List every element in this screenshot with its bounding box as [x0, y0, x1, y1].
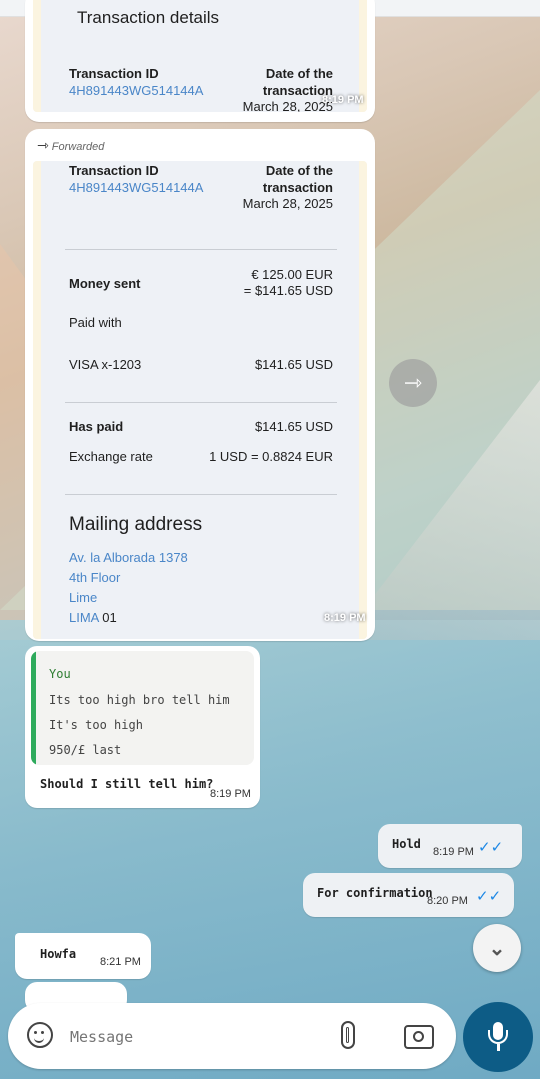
- address-line-2: 4th Floor: [69, 570, 121, 585]
- message-text: Should I still tell him?: [40, 777, 214, 791]
- reply-message[interactable]: You Its too high bro tell him It's too h…: [25, 646, 260, 808]
- camera-icon[interactable]: [404, 1025, 434, 1049]
- mailing-address-title: Mailing address: [69, 514, 203, 535]
- transaction-id-label: Transaction ID: [69, 163, 159, 178]
- has-paid-label: Has paid: [69, 419, 124, 434]
- message-time: 8:21 PM: [100, 956, 141, 968]
- message-text: For confirmation: [317, 886, 433, 900]
- date-label: Date of the: [265, 66, 333, 81]
- divider: [65, 249, 337, 250]
- quote-line-2: It's too high: [49, 718, 143, 732]
- message-time: 8:19 PM: [324, 612, 366, 624]
- transaction-id-value: 4H891443WG514144A: [69, 83, 204, 98]
- attach-paperclip-icon[interactable]: [341, 1021, 355, 1049]
- read-ticks-icon: ✓✓: [478, 839, 504, 856]
- quote-line-1: Its too high bro tell him: [49, 693, 230, 707]
- message-text: Hold: [392, 837, 421, 851]
- money-sent-usd: = $141.65 USD: [243, 283, 333, 298]
- message-time: 8:19 PM: [210, 788, 251, 800]
- message-time: 8:19 PM: [433, 846, 474, 858]
- forward-icon: ⇾: [403, 370, 423, 395]
- message-composer[interactable]: [8, 1003, 456, 1069]
- forwarded-label: ⇾ Forwarded: [37, 137, 105, 153]
- forward-button[interactable]: ⇾: [389, 359, 437, 407]
- emoji-sticker-icon[interactable]: [27, 1022, 53, 1048]
- paid-with-label: Paid with: [69, 315, 122, 330]
- voice-message-button[interactable]: [463, 1002, 533, 1072]
- money-sent-eur: € 125.00 EUR: [251, 267, 333, 282]
- forward-arrow-icon: ⇾: [37, 137, 49, 153]
- address-line-1: Av. la Alborada 1378: [69, 550, 188, 565]
- quote-bar: [31, 651, 36, 765]
- address-line-3: Lime: [69, 590, 98, 605]
- incoming-message[interactable]: Howfa 8:21 PM: [15, 933, 151, 979]
- has-paid-amount: $141.65 USD: [254, 419, 333, 434]
- message-text: Howfa: [40, 947, 77, 961]
- outgoing-message[interactable]: For confirmation 8:20 PM ✓✓: [303, 873, 514, 917]
- divider: [65, 402, 337, 403]
- transaction-id-value: 4H891443WG514144A: [69, 180, 204, 195]
- address-line-4: LIMA 01: [69, 610, 117, 625]
- card-amount: $141.65 USD: [254, 357, 333, 372]
- card-name: VISA x-1203: [69, 357, 142, 372]
- message-time: 8:20 PM: [427, 895, 468, 907]
- transaction-card-image: Transaction details Transaction ID 4H891…: [33, 0, 367, 112]
- date-label-2: transaction: [262, 180, 333, 195]
- microphone-icon: [485, 1020, 511, 1054]
- quoted-message[interactable]: You Its too high bro tell him It's too h…: [31, 651, 254, 765]
- date-label: Date of the: [265, 163, 333, 178]
- exchange-rate-value: 1 USD = 0.8824 EUR: [209, 449, 333, 464]
- divider: [65, 494, 337, 495]
- date-value: March 28, 2025: [242, 99, 333, 112]
- transaction-card-image: Transaction ID 4H891443WG514144A Date of…: [33, 161, 367, 639]
- quote-line-3: 950/£ last: [49, 743, 122, 757]
- outgoing-message[interactable]: Hold 8:19 PM ✓✓: [378, 824, 522, 868]
- read-ticks-icon: ✓✓: [476, 888, 502, 905]
- date-value: March 28, 2025: [242, 196, 333, 211]
- forwarded-image-message[interactable]: ⇾ Forwarded Transaction ID 4H891443WG514…: [25, 129, 375, 641]
- money-sent-label: Money sent: [69, 276, 141, 291]
- exchange-rate-label: Exchange rate: [69, 449, 153, 464]
- message-time: 8:19 PM: [322, 94, 364, 106]
- card-heading: Transaction details: [77, 8, 220, 27]
- scroll-to-bottom-button[interactable]: ⌄: [473, 924, 521, 972]
- transaction-id-label: Transaction ID: [69, 66, 159, 81]
- quote-author: You: [49, 667, 71, 681]
- image-message-1[interactable]: Transaction details Transaction ID 4H891…: [25, 0, 375, 122]
- chevron-double-down-icon: ⌄: [488, 937, 506, 960]
- message-input[interactable]: [68, 1023, 322, 1051]
